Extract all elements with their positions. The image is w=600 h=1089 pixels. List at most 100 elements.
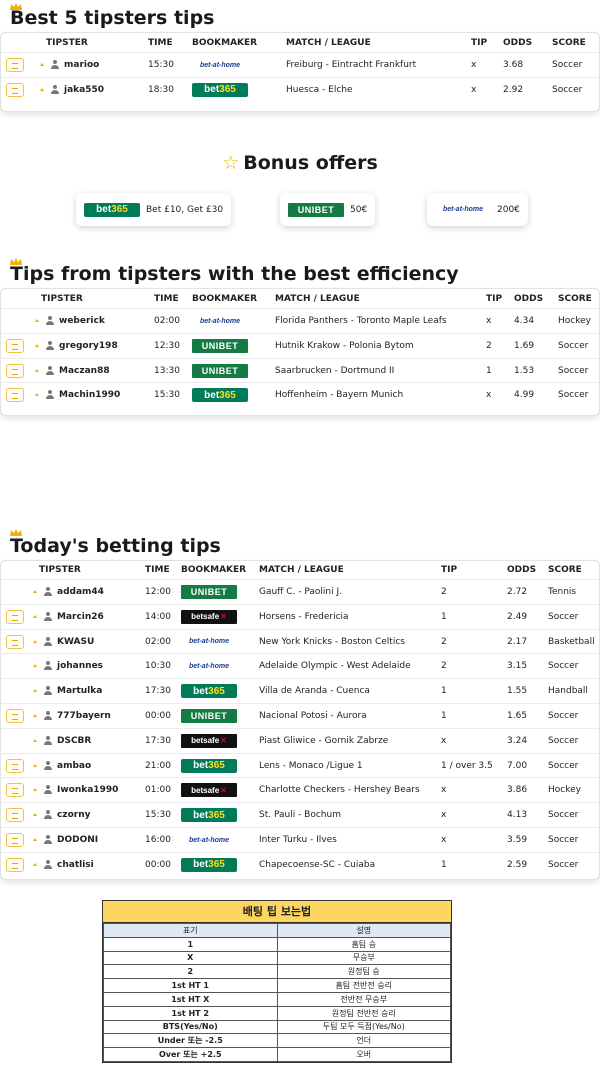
tipster-name-link[interactable]: gregory198 <box>59 341 118 351</box>
odds-value: 3.68 <box>503 60 524 70</box>
match-league: Florida Panthers - Toronto Maple Leafs <box>275 316 447 326</box>
bet-at-home-logo[interactable]: bet-at-home <box>181 833 237 847</box>
trend-arrow-icon <box>35 368 39 372</box>
legend-desc: 홈팀 승 <box>276 936 451 952</box>
legend-key: 2 <box>103 964 278 980</box>
expand-button[interactable] <box>6 338 24 353</box>
odds-value: 4.99 <box>514 390 535 401</box>
tipster-name-link[interactable]: chatlisi <box>57 860 94 870</box>
tip-row: Martulka 17:30 bet 365 Villa de Aranda - Cue… <box>1 678 599 703</box>
bet365-logo[interactable]: bet 365 <box>181 684 237 699</box>
legend-row: 1st HT 2 원정팀 전반전 승리 <box>103 1005 451 1021</box>
sport-name: Soccer <box>548 810 579 821</box>
bonus-offer-betathome[interactable]: bet-at-home 200€ <box>427 193 528 226</box>
legend-key: 1st HT X <box>103 991 278 1007</box>
column-header-time: TIME <box>148 38 173 48</box>
tipster-name-link[interactable]: Maczan88 <box>59 366 110 376</box>
match-time: 16:00 <box>145 835 171 845</box>
bet365-logo[interactable]: bet 365 <box>192 82 248 97</box>
tipster-name-link[interactable]: DODONI <box>57 835 98 845</box>
legend-key: X <box>103 950 278 966</box>
tipster-name-link[interactable]: Martulka <box>57 686 102 696</box>
bet365-logo[interactable]: bet 365 <box>181 857 237 872</box>
odds-value: 1.69 <box>514 340 535 351</box>
trend-arrow-icon <box>33 763 37 767</box>
column-header-tip: TIP <box>471 38 488 48</box>
expand-button[interactable] <box>6 388 24 403</box>
expand-button[interactable] <box>6 58 24 72</box>
sport-name: Soccer <box>552 84 583 95</box>
odds-value: 2.49 <box>507 611 528 622</box>
tipster-name-link[interactable]: czorny <box>57 810 90 820</box>
tipster-name-link[interactable]: KWASU <box>57 637 94 647</box>
legend-desc: 전반전 무승부 <box>276 991 451 1007</box>
expand-button[interactable] <box>6 609 24 624</box>
expand-button[interactable] <box>6 783 24 798</box>
trend-arrow-icon <box>40 87 44 91</box>
tip-value: x <box>471 84 477 95</box>
bet365-logo[interactable]: bet 365 <box>181 808 237 823</box>
legend-row: Over 또는 +2.5 오버 <box>103 1047 451 1062</box>
user-icon <box>44 760 52 770</box>
match-time: 15:30 <box>154 390 180 401</box>
column-header-tipster: TIPSTER <box>39 565 81 575</box>
tipster-name-link[interactable]: 777bayern <box>57 711 111 721</box>
bet-at-home-logo[interactable]: bet-at-home <box>181 659 237 673</box>
tipster-name-link[interactable]: johannes <box>57 661 103 671</box>
bet-at-home-logo[interactable]: bet-at-home <box>181 635 237 649</box>
tipster-name-link[interactable]: DSCBR <box>57 736 91 746</box>
tip-value: x <box>441 735 447 746</box>
unibet-logo[interactable]: UNIBET <box>181 585 237 599</box>
unibet-logo[interactable]: UNIBET <box>181 709 237 723</box>
expand-button[interactable] <box>6 758 24 773</box>
sport-name: Soccer <box>548 661 579 672</box>
tipster-name-link[interactable]: Machin1990 <box>59 390 120 400</box>
expand-button[interactable] <box>6 709 24 723</box>
tip-value: x <box>441 835 447 845</box>
expand-button[interactable] <box>6 833 24 847</box>
match-time: 14:00 <box>145 611 171 622</box>
tipster-name-link[interactable]: ambao <box>57 761 91 771</box>
trend-arrow-icon <box>33 714 37 717</box>
trend-arrow-icon <box>33 664 37 668</box>
legend-desc: 오버 <box>276 1047 451 1062</box>
bonus-offer-unibet[interactable]: UNIBET 50€ <box>280 193 376 226</box>
tipster-name-link[interactable]: jaka550 <box>64 85 104 95</box>
tipster-name-link[interactable]: Marcin26 <box>57 612 104 622</box>
column-header-time: TIME <box>154 294 179 304</box>
betsafe-logo[interactable]: betsafe ✕ <box>181 783 237 798</box>
match-time: 00:00 <box>145 711 171 721</box>
tip-row: ambao 21:00 bet 365 Lens - Monaco /Ligue 1 1 … <box>1 752 599 778</box>
bet-at-home-logo[interactable]: bet-at-home <box>192 58 248 72</box>
unibet-logo[interactable]: UNIBET <box>192 338 248 353</box>
tip-row: 777bayern 00:00 UNIBET Nacional Potosi - Au… <box>1 703 599 728</box>
expand-button[interactable] <box>6 857 24 872</box>
unibet-logo[interactable]: UNIBET <box>192 363 248 378</box>
bet365-logo[interactable]: bet 365 <box>181 758 237 773</box>
match-league: Chapecoense-SC - Cuiaba <box>259 859 376 870</box>
legend-desc: 원정팀 전반전 승리 <box>276 1005 451 1021</box>
expand-button[interactable] <box>6 363 24 378</box>
tip-value: 2 <box>441 587 447 597</box>
bet-at-home-logo[interactable]: bet-at-home <box>192 314 248 328</box>
column-header-time: TIME <box>145 565 170 575</box>
bonus-title-text: Bonus offers <box>243 152 378 174</box>
betsafe-logo[interactable]: betsafe ✕ <box>181 609 237 624</box>
legend-key: BTS(Yes/No) <box>103 1019 278 1035</box>
match-league: Hutnik Krakow - Polonia Bytom <box>275 340 414 351</box>
betsafe-logo[interactable]: betsafe ✕ <box>181 733 237 748</box>
expand-button[interactable] <box>6 808 24 823</box>
bet365-logo[interactable]: bet 365 <box>192 388 248 403</box>
trend-arrow-icon <box>35 393 39 397</box>
tipster-name-link[interactable]: marioo <box>64 60 99 70</box>
tipster-name-link[interactable]: weberick <box>59 316 105 326</box>
column-header-match: MATCH / LEAGUE <box>286 38 371 48</box>
tipster-name-link[interactable]: Iwonka1990 <box>57 785 118 795</box>
expand-button[interactable] <box>6 634 24 649</box>
user-icon <box>44 587 52 596</box>
match-time: 12:30 <box>154 340 180 351</box>
tipster-name-link[interactable]: addam44 <box>57 587 104 597</box>
trend-arrow-icon <box>33 788 37 792</box>
bonus-offer-bet365[interactable]: bet 365 Bet £10, Get £30 <box>76 193 232 226</box>
expand-button[interactable] <box>6 82 24 97</box>
